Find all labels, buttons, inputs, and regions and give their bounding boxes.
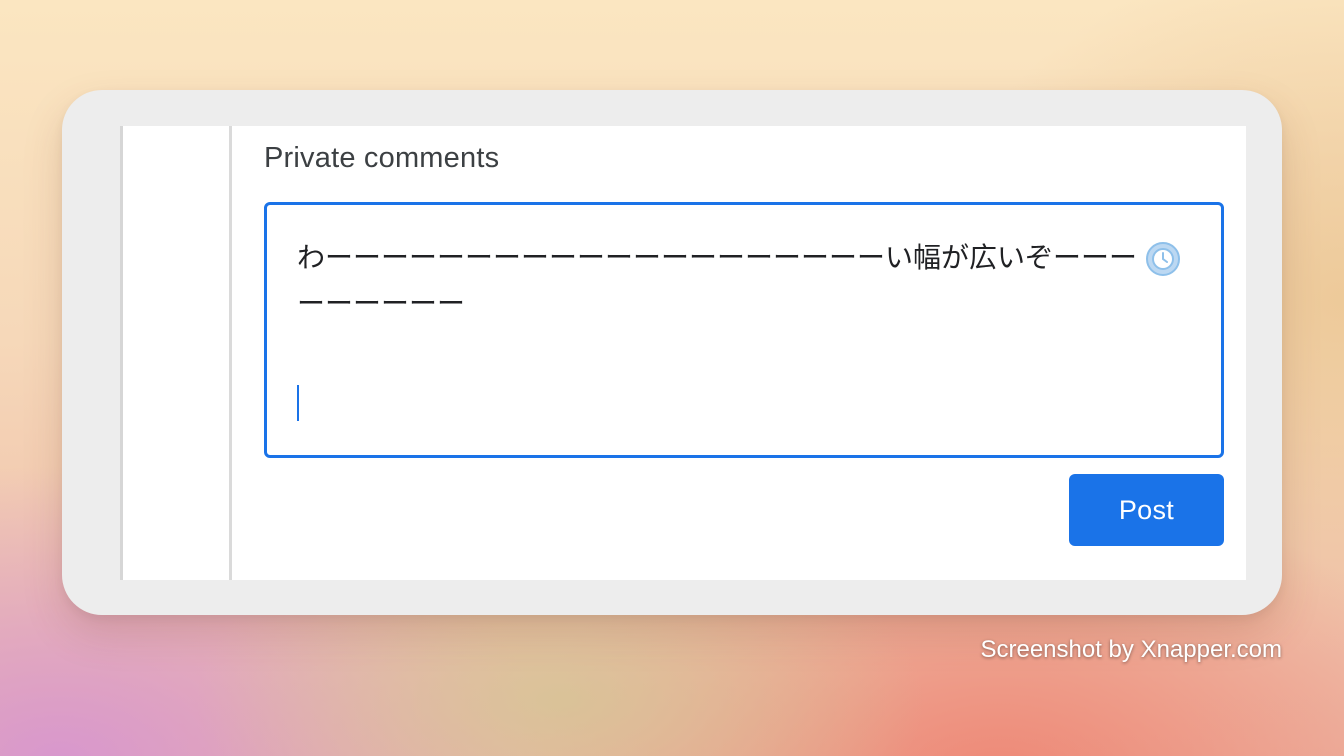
screenshot-frame: Private comments わーーーーーーーーーーーーーーーーーーーーい幅…	[62, 90, 1282, 615]
private-comment-input[interactable]: わーーーーーーーーーーーーーーーーーーーーい幅が広いぞーーーーーーーーー	[264, 202, 1224, 458]
post-button[interactable]: Post	[1069, 474, 1224, 546]
left-sidebar	[120, 126, 232, 580]
private-comments-title: Private comments	[264, 142, 500, 174]
clock-icon[interactable]	[1145, 241, 1181, 277]
text-caret	[297, 385, 299, 421]
watermark-text: Screenshot by Xnapper.com	[980, 636, 1282, 663]
comment-text[interactable]: わーーーーーーーーーーーーーーーーーーーーい幅が広いぞーーーーーーーーー	[297, 235, 1157, 327]
comments-panel: Private comments わーーーーーーーーーーーーーーーーーーーーい幅…	[120, 126, 1246, 580]
